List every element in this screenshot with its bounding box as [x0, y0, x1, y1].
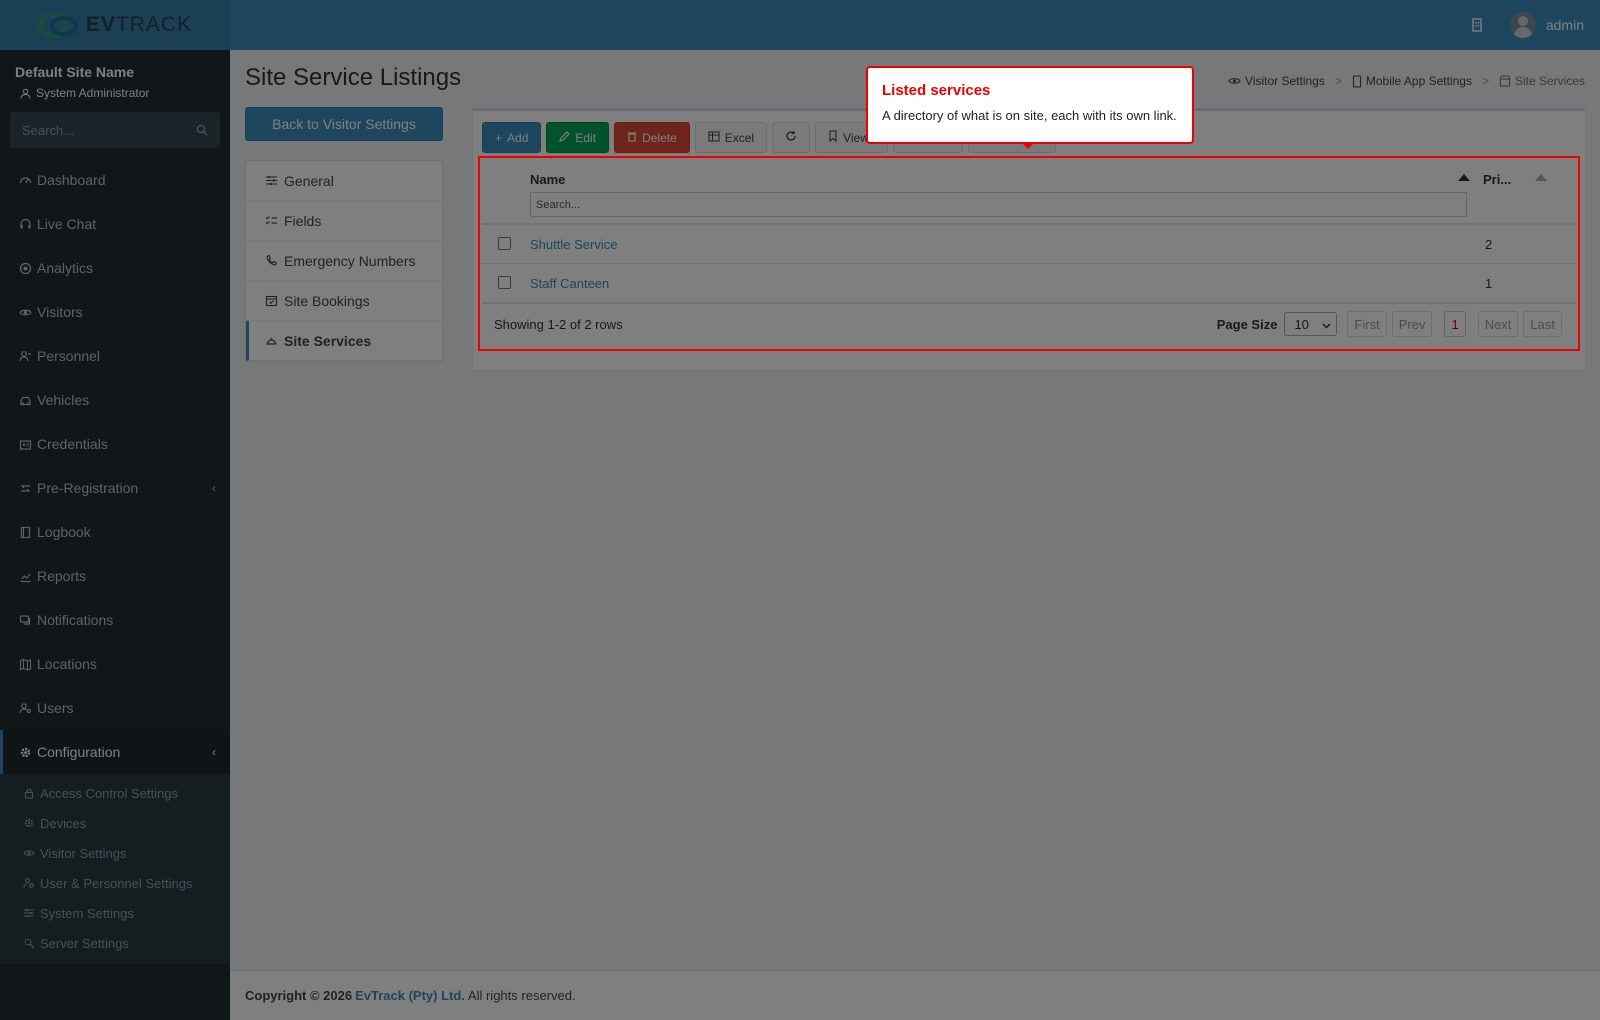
- tooltip-arrow: [1022, 143, 1034, 149]
- tour-overlay[interactable]: [0, 0, 1600, 1020]
- tooltip-body: A directory of what is on site, each wit…: [882, 108, 1177, 123]
- tooltip-title: Listed services: [882, 82, 991, 99]
- tour-tooltip: Listed services A directory of what is o…: [866, 66, 1194, 149]
- tour-highlight-frame: [478, 156, 1580, 351]
